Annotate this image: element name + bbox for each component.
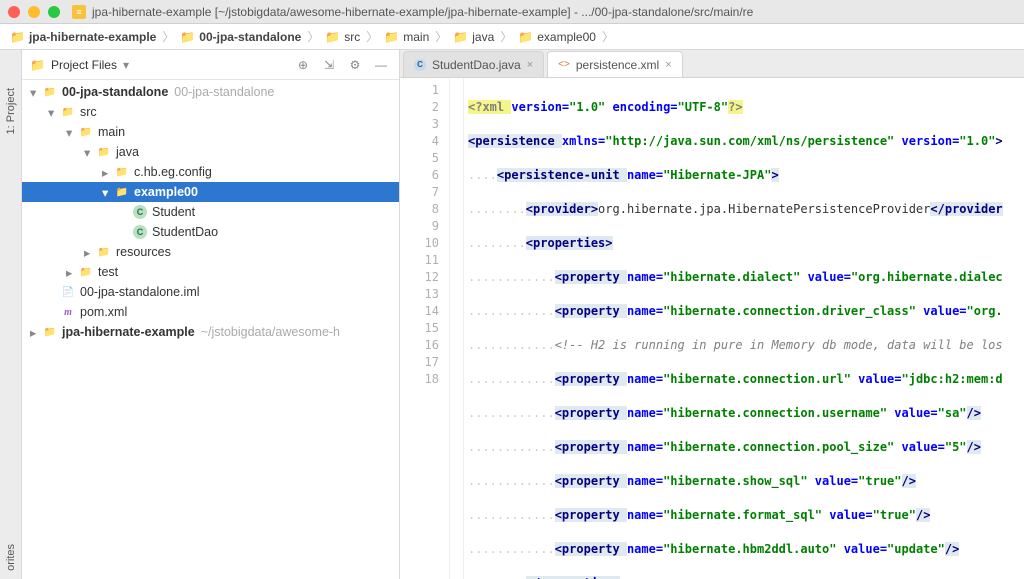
tree-resources[interactable]: ▸📁resources bbox=[22, 242, 399, 262]
project-tree[interactable]: ▾📁00-jpa-standalone00-jpa-standalone ▾📁s… bbox=[22, 80, 399, 579]
close-window-button[interactable] bbox=[8, 6, 20, 18]
folder-icon: 📁 bbox=[30, 58, 45, 72]
fold-gutter[interactable] bbox=[450, 78, 464, 579]
collapse-icon[interactable]: ⇲ bbox=[319, 55, 339, 75]
tab-studentdao[interactable]: CStudentDao.java× bbox=[403, 51, 544, 77]
tree-class-studentdao[interactable]: CStudentDao bbox=[22, 222, 399, 242]
code-editor[interactable]: <?xml version="1.0" encoding="UTF-8"?> <… bbox=[464, 78, 1024, 579]
crumb-2[interactable]: 📁src bbox=[321, 30, 364, 44]
gear-icon[interactable]: ⚙ bbox=[345, 55, 365, 75]
tab-persistence[interactable]: <>persistence.xml× bbox=[547, 51, 683, 77]
tree-class-student[interactable]: CStudent bbox=[22, 202, 399, 222]
java-icon: C bbox=[414, 59, 426, 71]
close-icon[interactable]: × bbox=[665, 59, 671, 71]
editor-tabs: CStudentDao.java× <>persistence.xml× bbox=[400, 50, 1024, 78]
project-sidebar: 📁 Project Files ▾ ⊕ ⇲ ⚙ — ▾📁00-jpa-stand… bbox=[22, 50, 400, 579]
tree-module-root[interactable]: ▾📁00-jpa-standalone00-jpa-standalone bbox=[22, 82, 399, 102]
chevron-down-icon[interactable]: ▾ bbox=[123, 58, 129, 72]
breadcrumb: 📁jpa-hibernate-example〉 📁00-jpa-standalo… bbox=[0, 24, 1024, 50]
tree-src[interactable]: ▾📁src bbox=[22, 102, 399, 122]
window-title-text: jpa-hibernate-example [~/jstobigdata/awe… bbox=[92, 5, 753, 19]
tree-pom[interactable]: mpom.xml bbox=[22, 302, 399, 322]
xml-icon: <> bbox=[558, 59, 570, 70]
tree-module-other[interactable]: ▸📁jpa-hibernate-example~/jstobigdata/awe… bbox=[22, 322, 399, 342]
tree-main[interactable]: ▾📁main bbox=[22, 122, 399, 142]
hide-icon[interactable]: — bbox=[371, 55, 391, 75]
window-controls bbox=[8, 6, 60, 18]
titlebar: ≡ jpa-hibernate-example [~/jstobigdata/a… bbox=[0, 0, 1024, 24]
locate-icon[interactable]: ⊕ bbox=[293, 55, 313, 75]
crumb-3[interactable]: 📁main bbox=[380, 30, 433, 44]
project-tool-tab[interactable]: 1: Project bbox=[3, 80, 19, 142]
tree-java[interactable]: ▾📁java bbox=[22, 142, 399, 162]
project-icon: ≡ bbox=[72, 5, 86, 19]
left-tool-gutter: 1: Project orites bbox=[0, 50, 22, 579]
minimize-window-button[interactable] bbox=[28, 6, 40, 18]
tree-test[interactable]: ▸📁test bbox=[22, 262, 399, 282]
tree-iml[interactable]: 📄00-jpa-standalone.iml bbox=[22, 282, 399, 302]
editor-area: CStudentDao.java× <>persistence.xml× 123… bbox=[400, 50, 1024, 579]
line-gutter: 123456789101112131415161718 bbox=[400, 78, 450, 579]
window-title: ≡ jpa-hibernate-example [~/jstobigdata/a… bbox=[72, 5, 753, 19]
maximize-window-button[interactable] bbox=[48, 6, 60, 18]
crumb-0[interactable]: 📁jpa-hibernate-example bbox=[6, 30, 160, 44]
crumb-4[interactable]: 📁java bbox=[449, 30, 498, 44]
tree-pkg-config[interactable]: ▸📁c.hb.eg.config bbox=[22, 162, 399, 182]
close-icon[interactable]: × bbox=[527, 59, 533, 71]
favorites-tool-tab[interactable]: orites bbox=[3, 536, 19, 579]
crumb-1[interactable]: 📁00-jpa-standalone bbox=[176, 30, 305, 44]
crumb-5[interactable]: 📁example00 bbox=[514, 30, 600, 44]
tree-pkg-example00[interactable]: ▾📁example00 bbox=[22, 182, 399, 202]
view-mode-label[interactable]: Project Files bbox=[51, 58, 117, 72]
sidebar-header: 📁 Project Files ▾ ⊕ ⇲ ⚙ — bbox=[22, 50, 399, 80]
